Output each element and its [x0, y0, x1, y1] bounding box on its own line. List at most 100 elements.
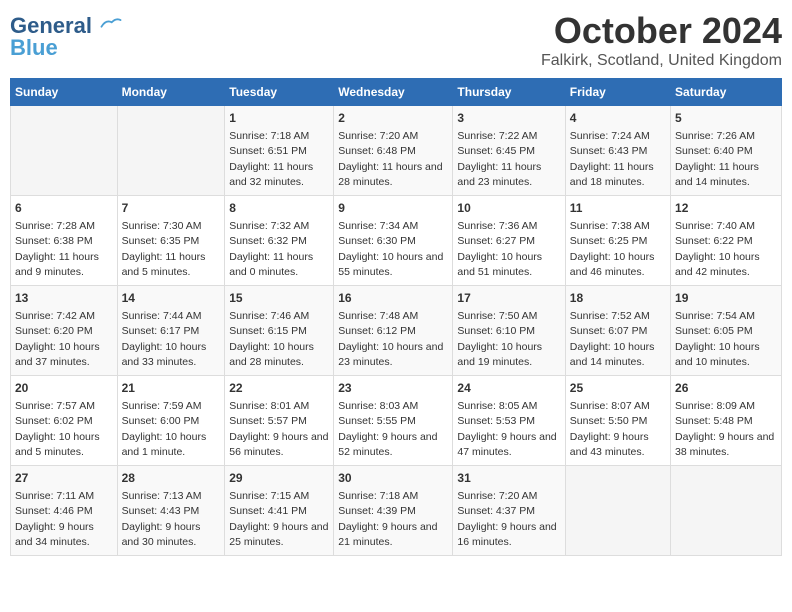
- day-number: 20: [15, 380, 113, 397]
- day-number: 27: [15, 470, 113, 487]
- day-cell: 27 Sunrise: 7:11 AMSunset: 4:46 PMDayligh…: [11, 466, 118, 556]
- day-info: Sunrise: 7:11 AMSunset: 4:46 PMDaylight:…: [15, 490, 94, 548]
- day-info: Sunrise: 7:36 AMSunset: 6:27 PMDaylight:…: [457, 220, 542, 278]
- day-number: 8: [229, 200, 329, 217]
- day-cell: 25Sunrise: 8:07 AMSunset: 5:50 PMDayligh…: [565, 376, 670, 466]
- day-cell: 8 Sunrise: 7:32 AMSunset: 6:32 PMDaylight…: [225, 196, 334, 286]
- day-cell: 11 Sunrise: 7:38 AMSunset: 6:25 PMDayligh…: [565, 196, 670, 286]
- header-thursday: Thursday: [453, 79, 565, 106]
- day-cell: 24 Sunrise: 8:05 AMSunset: 5:53 PMDayligh…: [453, 376, 565, 466]
- day-number: 24: [457, 380, 560, 397]
- week-row-2: 6Sunrise: 7:28 AMSunset: 6:38 PMDaylight…: [11, 196, 782, 286]
- day-cell: [11, 106, 118, 196]
- day-info: Sunrise: 8:05 AMSunset: 5:53 PMDaylight:…: [457, 400, 556, 458]
- day-number: 5: [675, 110, 777, 127]
- logo-bird-icon: [100, 16, 122, 30]
- logo: General Blue: [10, 14, 122, 60]
- day-number: 19: [675, 290, 777, 307]
- day-info: Sunrise: 7:38 AMSunset: 6:25 PMDaylight:…: [570, 220, 655, 278]
- day-number: 21: [122, 380, 221, 397]
- day-number: 16: [338, 290, 448, 307]
- day-cell: 15 Sunrise: 7:46 AMSunset: 6:15 PMDayligh…: [225, 286, 334, 376]
- day-info: Sunrise: 7:20 AMSunset: 6:48 PMDaylight:…: [338, 130, 442, 188]
- day-number: 23: [338, 380, 448, 397]
- title-area: October 2024 Falkirk, Scotland, United K…: [541, 10, 782, 70]
- day-cell: [565, 466, 670, 556]
- day-number: 26: [675, 380, 777, 397]
- day-info: Sunrise: 7:18 AMSunset: 4:39 PMDaylight:…: [338, 490, 437, 548]
- day-number: 28: [122, 470, 221, 487]
- day-cell: 19 Sunrise: 7:54 AMSunset: 6:05 PMDayligh…: [671, 286, 782, 376]
- day-cell: 29Sunrise: 7:15 AMSunset: 4:41 PMDayligh…: [225, 466, 334, 556]
- day-cell: 16 Sunrise: 7:48 AMSunset: 6:12 PMDayligh…: [334, 286, 453, 376]
- day-cell: 17 Sunrise: 7:50 AMSunset: 6:10 PMDayligh…: [453, 286, 565, 376]
- month-title: October 2024: [541, 10, 782, 52]
- day-cell: 5Sunrise: 7:26 AMSunset: 6:40 PMDaylight…: [671, 106, 782, 196]
- header-monday: Monday: [117, 79, 225, 106]
- calendar-header-row: SundayMondayTuesdayWednesdayThursdayFrid…: [11, 79, 782, 106]
- day-cell: 2 Sunrise: 7:20 AMSunset: 6:48 PMDaylight…: [334, 106, 453, 196]
- day-number: 4: [570, 110, 666, 127]
- day-cell: 26 Sunrise: 8:09 AMSunset: 5:48 PMDayligh…: [671, 376, 782, 466]
- header-friday: Friday: [565, 79, 670, 106]
- header-tuesday: Tuesday: [225, 79, 334, 106]
- location-title: Falkirk, Scotland, United Kingdom: [541, 52, 782, 70]
- day-info: Sunrise: 7:20 AMSunset: 4:37 PMDaylight:…: [457, 490, 556, 548]
- day-number: 13: [15, 290, 113, 307]
- day-info: Sunrise: 7:40 AMSunset: 6:22 PMDaylight:…: [675, 220, 760, 278]
- header-saturday: Saturday: [671, 79, 782, 106]
- day-cell: 10 Sunrise: 7:36 AMSunset: 6:27 PMDayligh…: [453, 196, 565, 286]
- day-number: 10: [457, 200, 560, 217]
- day-info: Sunrise: 7:48 AMSunset: 6:12 PMDaylight:…: [338, 310, 443, 368]
- day-cell: 9 Sunrise: 7:34 AMSunset: 6:30 PMDaylight…: [334, 196, 453, 286]
- day-number: 15: [229, 290, 329, 307]
- day-cell: 7 Sunrise: 7:30 AMSunset: 6:35 PMDaylight…: [117, 196, 225, 286]
- day-number: 7: [122, 200, 221, 217]
- day-info: Sunrise: 7:52 AMSunset: 6:07 PMDaylight:…: [570, 310, 655, 368]
- day-info: Sunrise: 7:18 AMSunset: 6:51 PMDaylight:…: [229, 130, 313, 188]
- day-cell: [117, 106, 225, 196]
- day-number: 22: [229, 380, 329, 397]
- logo-text: General Blue: [10, 14, 122, 60]
- day-cell: 22 Sunrise: 8:01 AMSunset: 5:57 PMDayligh…: [225, 376, 334, 466]
- day-cell: 20 Sunrise: 7:57 AMSunset: 6:02 PMDayligh…: [11, 376, 118, 466]
- day-info: Sunrise: 7:32 AMSunset: 6:32 PMDaylight:…: [229, 220, 313, 278]
- day-cell: 18Sunrise: 7:52 AMSunset: 6:07 PMDayligh…: [565, 286, 670, 376]
- week-row-1: 1 Sunrise: 7:18 AMSunset: 6:51 PMDaylight…: [11, 106, 782, 196]
- day-cell: 6Sunrise: 7:28 AMSunset: 6:38 PMDaylight…: [11, 196, 118, 286]
- day-cell: 21 Sunrise: 7:59 AMSunset: 6:00 PMDayligh…: [117, 376, 225, 466]
- calendar-table: SundayMondayTuesdayWednesdayThursdayFrid…: [10, 78, 782, 556]
- week-row-4: 20 Sunrise: 7:57 AMSunset: 6:02 PMDayligh…: [11, 376, 782, 466]
- day-cell: [671, 466, 782, 556]
- day-cell: 30 Sunrise: 7:18 AMSunset: 4:39 PMDayligh…: [334, 466, 453, 556]
- day-info: Sunrise: 7:46 AMSunset: 6:15 PMDaylight:…: [229, 310, 314, 368]
- day-info: Sunrise: 7:30 AMSunset: 6:35 PMDaylight:…: [122, 220, 206, 278]
- day-number: 2: [338, 110, 448, 127]
- day-info: Sunrise: 7:15 AMSunset: 4:41 PMDaylight:…: [229, 490, 328, 548]
- day-info: Sunrise: 8:03 AMSunset: 5:55 PMDaylight:…: [338, 400, 437, 458]
- day-info: Sunrise: 7:13 AMSunset: 4:43 PMDaylight:…: [122, 490, 202, 548]
- day-number: 9: [338, 200, 448, 217]
- day-number: 17: [457, 290, 560, 307]
- day-cell: 14Sunrise: 7:44 AMSunset: 6:17 PMDayligh…: [117, 286, 225, 376]
- day-info: Sunrise: 7:54 AMSunset: 6:05 PMDaylight:…: [675, 310, 760, 368]
- day-cell: 13Sunrise: 7:42 AMSunset: 6:20 PMDayligh…: [11, 286, 118, 376]
- header-sunday: Sunday: [11, 79, 118, 106]
- day-cell: 4Sunrise: 7:24 AMSunset: 6:43 PMDaylight…: [565, 106, 670, 196]
- day-info: Sunrise: 8:07 AMSunset: 5:50 PMDaylight:…: [570, 400, 650, 458]
- day-info: Sunrise: 7:57 AMSunset: 6:02 PMDaylight:…: [15, 400, 100, 458]
- day-info: Sunrise: 7:34 AMSunset: 6:30 PMDaylight:…: [338, 220, 443, 278]
- day-number: 30: [338, 470, 448, 487]
- day-info: Sunrise: 8:01 AMSunset: 5:57 PMDaylight:…: [229, 400, 328, 458]
- page-header: General Blue October 2024 Falkirk, Scotl…: [10, 10, 782, 70]
- day-info: Sunrise: 7:22 AMSunset: 6:45 PMDaylight:…: [457, 130, 541, 188]
- day-number: 1: [229, 110, 329, 127]
- day-info: Sunrise: 8:09 AMSunset: 5:48 PMDaylight:…: [675, 400, 774, 458]
- header-wednesday: Wednesday: [334, 79, 453, 106]
- day-cell: 1 Sunrise: 7:18 AMSunset: 6:51 PMDaylight…: [225, 106, 334, 196]
- day-number: 11: [570, 200, 666, 217]
- day-info: Sunrise: 7:59 AMSunset: 6:00 PMDaylight:…: [122, 400, 207, 458]
- day-cell: 31Sunrise: 7:20 AMSunset: 4:37 PMDayligh…: [453, 466, 565, 556]
- day-number: 12: [675, 200, 777, 217]
- day-info: Sunrise: 7:50 AMSunset: 6:10 PMDaylight:…: [457, 310, 542, 368]
